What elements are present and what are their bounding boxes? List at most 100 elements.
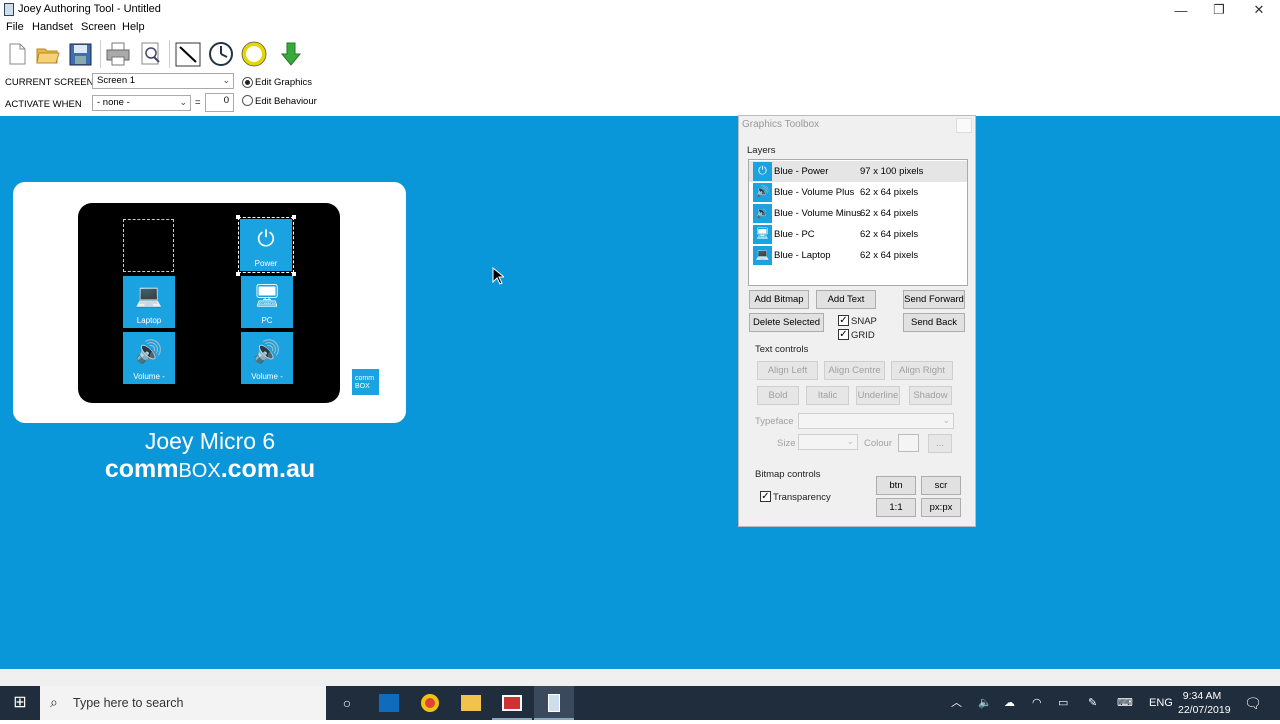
tile-label: Power <box>254 259 278 268</box>
align-centre-button[interactable]: Align Centre <box>824 361 885 380</box>
resize-handle[interactable] <box>236 272 240 276</box>
add-text-button[interactable]: Add Text <box>816 290 876 309</box>
send-back-button[interactable]: Send Back <box>903 313 965 332</box>
current-screen-value: Screen 1 <box>97 75 136 86</box>
pc-tile[interactable]: 🖥 PC <box>241 276 293 328</box>
brand-url-box: BOX <box>178 460 221 482</box>
clock-icon[interactable] <box>206 40 236 68</box>
layer-row[interactable]: 💻 Blue - Laptop 62 x 64 pixels <box>749 245 967 266</box>
colour-picker-button[interactable]: ... <box>928 434 952 453</box>
windows-start-icon[interactable]: ⊞ <box>0 686 40 720</box>
power-tile[interactable]: ⏻ Power <box>238 217 294 273</box>
activate-when-select[interactable]: - none - ⌄ <box>92 95 191 111</box>
line-tool-icon[interactable] <box>173 40 203 68</box>
wifi-icon[interactable]: ◠ <box>1032 686 1042 720</box>
layer-name: Blue - PC <box>774 229 815 240</box>
volume-icon[interactable]: 🔈 <box>978 686 992 720</box>
send-forward-button[interactable]: Send Forward <box>903 290 965 309</box>
transparency-checkbox[interactable]: ✓ <box>760 491 771 502</box>
edit-behaviour-radio[interactable] <box>242 95 253 106</box>
laptop-tile[interactable]: 💻 Laptop <box>123 276 175 328</box>
chevron-down-icon: ⌄ <box>222 75 230 85</box>
resize-handle[interactable] <box>292 215 296 219</box>
menu-screen[interactable]: Screen <box>81 21 116 33</box>
empty-slot[interactable] <box>123 219 174 272</box>
delete-selected-button[interactable]: Delete Selected <box>749 313 824 332</box>
new-file-icon[interactable] <box>2 40 32 68</box>
layer-row[interactable]: 🔉 Blue - Volume Minus 62 x 64 pixels <box>749 203 967 224</box>
layer-size: 62 x 64 pixels <box>860 250 919 261</box>
close-button[interactable]: ✕ <box>1240 0 1278 20</box>
toolbox-close-button[interactable] <box>956 118 972 133</box>
notifications-icon[interactable]: 🗨 <box>1244 686 1262 720</box>
align-left-button[interactable]: Align Left <box>757 361 818 380</box>
layer-row[interactable]: 🔊 Blue - Volume Plus 62 x 64 pixels <box>749 182 967 203</box>
snap-checkbox[interactable]: ✓ <box>838 315 849 326</box>
clock[interactable]: 9:34 AM 22/07/2019 <box>1178 689 1231 717</box>
taskbar-search[interactable]: ⌕ Type here to search <box>40 686 326 720</box>
volume-tile-right[interactable]: 🔊 Volume - <box>241 332 293 384</box>
scr-button[interactable]: scr <box>921 476 961 495</box>
size-select[interactable]: ⌄ <box>798 434 858 450</box>
typeface-label: Typeface <box>755 416 794 427</box>
joey-authoring-tool-icon[interactable] <box>534 686 574 720</box>
print-icon[interactable] <box>103 40 133 68</box>
battery-icon[interactable]: ▭ <box>1058 686 1068 720</box>
save-icon[interactable] <box>66 40 96 68</box>
activate-number-field[interactable]: 0 <box>205 93 234 112</box>
bold-button[interactable]: Bold <box>757 386 799 405</box>
logo-line1: comm <box>355 375 375 382</box>
resize-handle[interactable] <box>236 215 240 219</box>
px-px-button[interactable]: px:px <box>921 498 961 517</box>
layer-row[interactable]: ⏻ Blue - Power 97 x 100 pixels <box>749 161 967 182</box>
current-screen-label: CURRENT SCREEN <box>5 77 94 88</box>
brand-url-domain: .com.au <box>220 455 316 483</box>
keyboard-icon[interactable]: ⌨ <box>1117 686 1133 720</box>
menu-help[interactable]: Help <box>122 21 145 33</box>
menu-handset[interactable]: Handset <box>32 21 73 33</box>
chrome-icon[interactable] <box>410 686 450 720</box>
open-folder-icon[interactable] <box>33 40 63 68</box>
underline-button[interactable]: Underline <box>856 386 900 405</box>
restore-button[interactable]: ❐ <box>1200 0 1238 20</box>
toolbox-title: Graphics Toolbox <box>742 119 820 130</box>
monitor-icon: 🖥 <box>753 225 772 244</box>
circle-icon[interactable] <box>239 40 269 68</box>
tile-label: Volume - <box>133 372 165 381</box>
power-icon: ⏻ <box>753 162 772 181</box>
btn-button[interactable]: btn <box>876 476 916 495</box>
shadow-button[interactable]: Shadow <box>909 386 952 405</box>
minimize-button[interactable]: — <box>1162 0 1200 20</box>
one-to-one-button[interactable]: 1:1 <box>876 498 916 517</box>
speaker-icon: 🔊 <box>135 339 163 364</box>
layer-row[interactable]: 🖥 Blue - PC 62 x 64 pixels <box>749 224 967 245</box>
layers-list[interactable]: ⏻ Blue - Power 97 x 100 pixels 🔊 Blue - … <box>748 159 968 286</box>
current-screen-select[interactable]: Screen 1 ⌄ <box>92 73 234 89</box>
italic-button[interactable]: Italic <box>806 386 849 405</box>
onedrive-icon[interactable]: ☁ <box>1004 686 1015 720</box>
outlook-icon[interactable] <box>369 686 409 720</box>
language-indicator[interactable]: ENG <box>1149 686 1173 720</box>
layers-label: Layers <box>747 145 776 156</box>
cortana-icon[interactable]: ○ <box>327 686 367 720</box>
chevron-down-icon: ⌄ <box>942 415 950 425</box>
file-explorer-icon[interactable] <box>451 686 491 720</box>
print-preview-icon[interactable] <box>136 40 166 68</box>
activate-when-label: ACTIVATE WHEN <box>5 99 82 110</box>
download-arrow-icon[interactable] <box>276 40 306 68</box>
grid-checkbox[interactable]: ✓ <box>838 329 849 340</box>
volume-tile-left[interactable]: 🔊 Volume - <box>123 332 175 384</box>
colour-label: Colour <box>864 438 892 449</box>
add-bitmap-button[interactable]: Add Bitmap <box>749 290 809 309</box>
media-app-icon[interactable] <box>492 686 532 720</box>
chevron-down-icon: ⌄ <box>179 97 187 107</box>
edit-graphics-radio[interactable] <box>242 77 253 88</box>
show-hidden-icons-icon[interactable]: ︿ <box>951 686 962 720</box>
typeface-select[interactable]: ⌄ <box>798 413 954 429</box>
align-right-button[interactable]: Align Right <box>891 361 953 380</box>
layer-size: 62 x 64 pixels <box>860 229 919 240</box>
device-screen[interactable] <box>78 203 340 403</box>
colour-swatch[interactable] <box>898 434 919 452</box>
menu-file[interactable]: File <box>6 21 24 33</box>
pen-icon[interactable]: ✎ <box>1088 686 1097 720</box>
